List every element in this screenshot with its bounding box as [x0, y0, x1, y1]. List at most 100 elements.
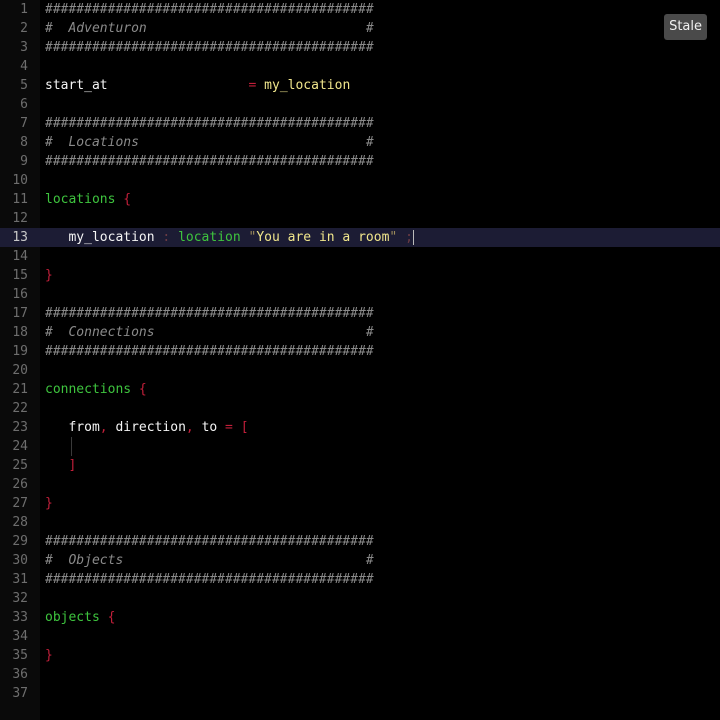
code-token: {: [107, 610, 116, 625]
line-number: 6: [20, 97, 28, 112]
line-code[interactable]: }: [45, 266, 53, 285]
code-line[interactable]: 22: [0, 399, 720, 418]
code-token: objects: [45, 610, 100, 625]
code-token: # Connections #: [45, 325, 374, 340]
code-token: {: [123, 192, 132, 207]
code-line[interactable]: 11 locations {: [0, 190, 720, 209]
code-line[interactable]: 26: [0, 475, 720, 494]
code-token: ;: [405, 230, 413, 245]
code-line[interactable]: 18 # Connections #: [0, 323, 720, 342]
code-line[interactable]: 27}: [0, 494, 720, 513]
line-number: 3: [20, 40, 28, 55]
line-number: 14: [12, 249, 28, 264]
code-token: ########################################…: [45, 116, 374, 131]
code-line[interactable]: 32: [0, 589, 720, 608]
line-number: 32: [12, 591, 28, 606]
line-number: 35: [12, 648, 28, 663]
code-token: }: [45, 496, 53, 511]
code-line[interactable]: 20: [0, 361, 720, 380]
code-line[interactable]: 16: [0, 285, 720, 304]
code-lines[interactable]: 1 #######################################…: [0, 0, 720, 703]
line-code[interactable]: ########################################…: [45, 342, 374, 361]
line-number: 17: [12, 306, 28, 321]
line-code[interactable]: ########################################…: [45, 570, 374, 589]
code-line[interactable]: 6: [0, 95, 720, 114]
line-code[interactable]: # Locations #: [45, 133, 374, 152]
code-line[interactable]: 3 #######################################…: [0, 38, 720, 57]
code-token: }: [45, 648, 53, 663]
code-line[interactable]: 13 my_location : location "You are in a …: [0, 228, 720, 247]
code-line[interactable]: 14: [0, 247, 720, 266]
line-code[interactable]: objects {: [45, 608, 115, 627]
code-line[interactable]: 28: [0, 513, 720, 532]
code-line[interactable]: 12: [0, 209, 720, 228]
code-line[interactable]: 15}: [0, 266, 720, 285]
code-line[interactable]: 10: [0, 171, 720, 190]
code-line[interactable]: 17 ######################################…: [0, 304, 720, 323]
code-line[interactable]: 33 objects {: [0, 608, 720, 627]
code-token: my_location: [68, 230, 155, 245]
line-code[interactable]: }: [45, 646, 53, 665]
line-number: 36: [12, 667, 28, 682]
code-line[interactable]: 5 start_at = my_location: [0, 76, 720, 95]
line-number: 10: [12, 173, 28, 188]
line-number: 28: [12, 515, 28, 530]
line-code[interactable]: ########################################…: [45, 114, 374, 133]
line-number: 37: [12, 686, 28, 701]
code-line[interactable]: 8 # Locations #: [0, 133, 720, 152]
text-cursor: [412, 230, 414, 245]
code-token: {: [138, 382, 147, 397]
code-token: # Locations #: [45, 135, 374, 150]
line-code[interactable]: # Adventuron #: [45, 19, 374, 38]
line-code[interactable]: ########################################…: [45, 38, 374, 57]
line-number: 18: [12, 325, 28, 340]
code-line[interactable]: 37: [0, 684, 720, 703]
code-token: location: [178, 230, 241, 245]
line-number: 22: [12, 401, 28, 416]
code-line[interactable]: 25 ]: [0, 456, 720, 475]
line-code[interactable]: ]: [45, 456, 76, 475]
line-code[interactable]: start_at = my_location: [45, 76, 350, 95]
line-code[interactable]: locations {: [45, 190, 131, 209]
code-line[interactable]: 21 connections {: [0, 380, 720, 399]
line-code[interactable]: ########################################…: [45, 532, 374, 551]
line-code[interactable]: my_location : location "You are in a roo…: [45, 228, 414, 247]
line-number: 30: [12, 553, 28, 568]
line-code[interactable]: ########################################…: [45, 304, 374, 323]
line-code[interactable]: connections {: [45, 380, 147, 399]
line-number: 21: [12, 382, 28, 397]
code-line[interactable]: 19 ######################################…: [0, 342, 720, 361]
code-line[interactable]: 35}: [0, 646, 720, 665]
line-code[interactable]: # Connections #: [45, 323, 374, 342]
code-line[interactable]: 7 #######################################…: [0, 114, 720, 133]
code-line[interactable]: 4: [0, 57, 720, 76]
code-line[interactable]: 1 #######################################…: [0, 0, 720, 19]
line-code[interactable]: ########################################…: [45, 152, 374, 171]
line-number: 20: [12, 363, 28, 378]
code-line[interactable]: 29 ######################################…: [0, 532, 720, 551]
line-code[interactable]: # Objects #: [45, 551, 374, 570]
code-token: ########################################…: [45, 572, 374, 587]
code-line[interactable]: 30 # Objects #: [0, 551, 720, 570]
code-line[interactable]: 34: [0, 627, 720, 646]
code-line[interactable]: 23 from, direction, to = [: [0, 418, 720, 437]
code-line[interactable]: 9 #######################################…: [0, 152, 720, 171]
code-token: }: [45, 268, 53, 283]
code-line[interactable]: 2 # Adventuron #: [0, 19, 720, 38]
line-number: 2: [20, 21, 28, 36]
code-line[interactable]: 24: [0, 437, 720, 456]
code-line[interactable]: 31 ######################################…: [0, 570, 720, 589]
line-code[interactable]: ########################################…: [45, 0, 374, 19]
line-number: 33: [12, 610, 28, 625]
line-code[interactable]: from, direction, to = [: [45, 418, 248, 437]
line-number: 16: [12, 287, 28, 302]
line-code[interactable]: }: [45, 494, 53, 513]
code-line[interactable]: 36: [0, 665, 720, 684]
line-number: 9: [20, 154, 28, 169]
code-editor[interactable]: 1 #######################################…: [0, 0, 720, 720]
